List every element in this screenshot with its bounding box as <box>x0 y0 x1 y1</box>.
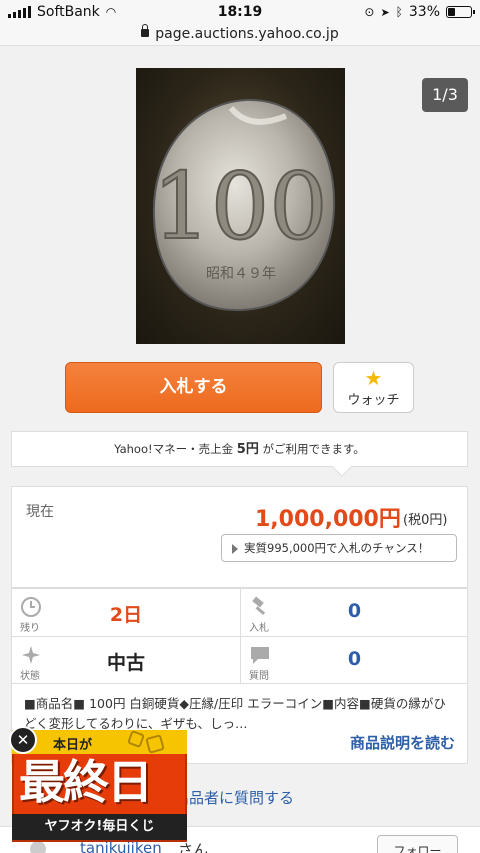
yahoo-money-prefix: Yahoo!マネー・売上金 <box>114 442 234 456</box>
condition-cell: 状態 中古 <box>12 636 240 684</box>
stats-grid: 残り 2日 入札 0 状態 中古 質問 0 <box>11 588 468 684</box>
status-right: ⊙ ➤ ᛒ 33% <box>364 4 475 20</box>
promo-big-text: 最終日 <box>19 755 153 809</box>
remaining-value: 2日 <box>109 604 143 626</box>
remaining-cell: 残り 2日 <box>12 588 240 636</box>
current-price: 1,000,000円 <box>255 507 401 532</box>
follow-button[interactable]: フォロー <box>377 835 458 853</box>
condition-value: 中古 <box>106 652 145 674</box>
tax-note: (税0円) <box>403 513 448 528</box>
questions-cell[interactable]: 質問 0 <box>240 636 468 684</box>
current-price-label: 現在 <box>26 504 54 520</box>
promo-banner[interactable]: 本日が 最終日 ヤフオク!毎日くじ ✕ <box>9 726 187 844</box>
close-icon[interactable]: ✕ <box>9 726 37 754</box>
price-box: 現在 1,000,000円 (税0円) 実質995,000円で入札のチャンス！ <box>11 486 468 588</box>
location-icon: ➤ <box>380 5 390 19</box>
chance-button[interactable]: 実質995,000円で入札のチャンス！ <box>221 534 457 562</box>
promo-bottom-text: ヤフオク!毎日くじ <box>12 814 187 840</box>
star-icon: ★ <box>364 366 383 390</box>
yahoo-money-amount: 5円 <box>236 442 259 457</box>
product-photo[interactable]: 100 昭和４９年 <box>136 68 345 344</box>
questions-value: 0 <box>347 648 362 670</box>
bid-button[interactable]: 入札する <box>65 362 322 413</box>
read-description-link[interactable]: 商品説明を読む <box>350 733 455 753</box>
lock-icon <box>141 24 150 37</box>
bluetooth-icon: ᛒ <box>395 5 403 19</box>
url-bar[interactable]: page.auctions.yahoo.co.jp <box>0 24 480 46</box>
yahoo-money-banner: Yahoo!マネー・売上金 5円 がご利用できます。 <box>11 431 468 477</box>
promo-top-text: 本日が <box>53 738 93 753</box>
svg-text:昭和４９年: 昭和４９年 <box>206 266 276 282</box>
status-bar: SoftBank ◠ 18:19 ⊙ ➤ ᛒ 33% <box>0 0 480 26</box>
ask-seller-link[interactable]: 出品者に質問する <box>174 787 294 808</box>
battery-icon <box>446 6 475 18</box>
bids-value: 0 <box>347 600 362 622</box>
image-gallery[interactable]: 100 昭和４９年 1/3 <box>0 46 480 356</box>
banner-notch <box>332 457 352 477</box>
watch-label: ウォッチ <box>347 393 400 408</box>
bids-cell[interactable]: 入札 0 <box>240 588 468 636</box>
rotation-lock-icon: ⊙ <box>364 5 375 19</box>
coin-number: 100 <box>152 153 328 260</box>
url-text: page.auctions.yahoo.co.jp <box>155 26 339 42</box>
battery-percent: 33% <box>408 4 440 20</box>
yahoo-money-suffix: がご利用できます。 <box>262 442 365 456</box>
image-counter: 1/3 <box>422 78 468 112</box>
watch-button[interactable]: ★ ウォッチ <box>333 362 414 413</box>
